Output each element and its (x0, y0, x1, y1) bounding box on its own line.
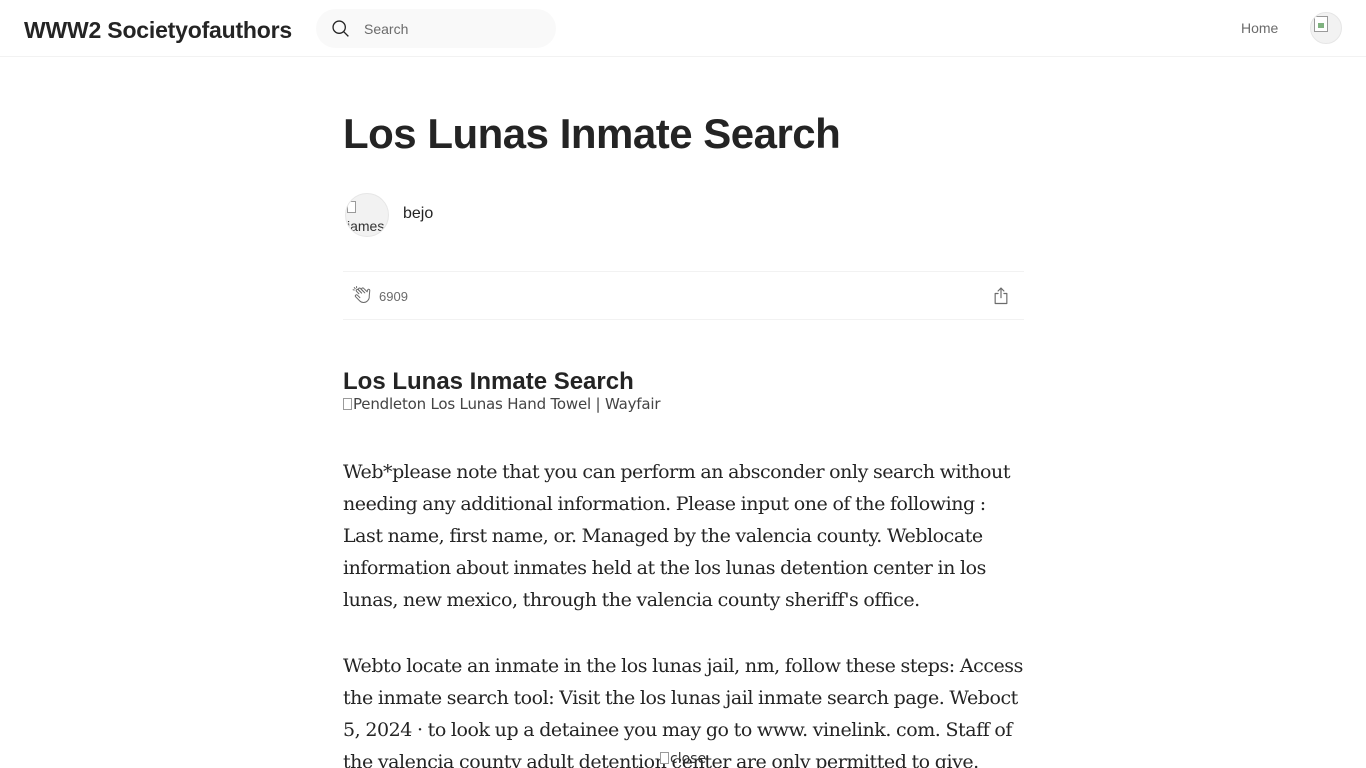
section-heading: Los Lunas Inmate Search (343, 368, 634, 395)
close-alt-text: close (670, 751, 707, 767)
share-icon[interactable] (991, 285, 1011, 307)
broken-image-icon (347, 201, 356, 213)
author-name[interactable]: bejo (403, 205, 433, 223)
user-avatar[interactable] (1310, 12, 1342, 44)
article-image-alt-text: Pendleton Los Lunas Hand Towel | Wayfair (353, 395, 661, 413)
clap-icon[interactable] (352, 284, 374, 308)
article-paragraph: Web*please note that you can perform an … (343, 461, 1011, 611)
close-icon (660, 752, 669, 764)
search-box[interactable] (316, 9, 556, 48)
author-avatar-alt: james (347, 218, 385, 234)
author-avatar[interactable]: james (345, 193, 389, 237)
nav-home-link[interactable]: Home (1241, 20, 1278, 36)
broken-image-icon (1314, 16, 1328, 32)
search-input[interactable] (364, 19, 544, 39)
top-navigation-bar: WWW2 Societyofauthors Home (0, 0, 1366, 57)
close-button[interactable]: close (660, 751, 706, 767)
article-actions-bar: 6909 (343, 271, 1024, 320)
article-image: Pendleton Los Lunas Hand Towel | Wayfair (343, 395, 660, 413)
search-icon (332, 20, 349, 37)
site-brand-logo[interactable]: WWW2 Societyofauthors (24, 17, 292, 44)
article-title: Los Lunas Inmate Search (343, 110, 841, 157)
clap-count: 6909 (379, 289, 408, 304)
broken-image-icon (343, 398, 352, 410)
